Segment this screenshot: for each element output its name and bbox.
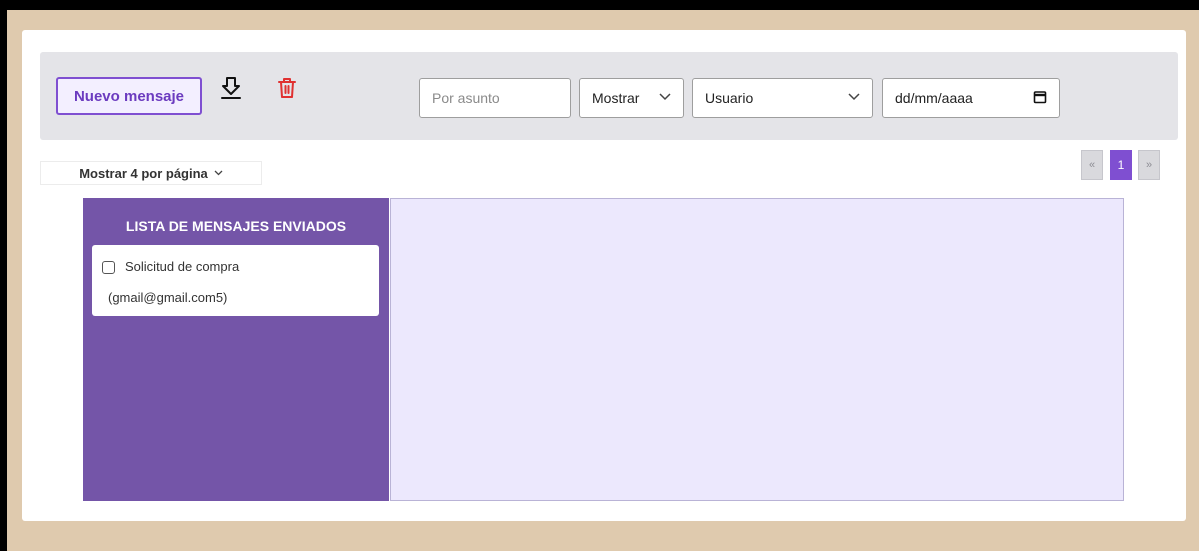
- user-select[interactable]: Usuario: [692, 78, 873, 118]
- trash-icon[interactable]: [273, 74, 301, 102]
- show-select[interactable]: Mostrar: [579, 78, 684, 118]
- message-subject: Solicitud de compra: [125, 259, 240, 274]
- calendar-icon[interactable]: [1033, 90, 1047, 107]
- message-checkbox[interactable]: [102, 261, 115, 274]
- main-card: Nuevo mensaje Por asunto Mostrar Usuario…: [22, 30, 1186, 521]
- frame-left-border: [0, 0, 7, 551]
- search-placeholder: Por asunto: [432, 90, 500, 106]
- new-message-button[interactable]: Nuevo mensaje: [56, 77, 202, 115]
- pagination-prev-button[interactable]: «: [1081, 150, 1103, 180]
- chevron-down-icon: [659, 92, 671, 104]
- date-input[interactable]: dd/mm/aaaa: [882, 78, 1060, 118]
- frame-top-border: [0, 0, 1199, 10]
- per-page-dropdown[interactable]: Mostrar 4 por página: [40, 161, 262, 185]
- message-list-panel: LISTA DE MENSAJES ENVIADOS Solicitud de …: [83, 198, 389, 501]
- per-page-label: Mostrar 4 por página: [79, 165, 208, 181]
- message-preview-panel: [390, 198, 1124, 501]
- show-select-value: Mostrar: [592, 90, 640, 106]
- message-email: (gmail@gmail.com5): [108, 290, 228, 305]
- chevron-down-icon: [214, 168, 223, 179]
- toolbar: Nuevo mensaje Por asunto Mostrar Usuario…: [40, 52, 1178, 140]
- date-placeholder: dd/mm/aaaa: [895, 90, 973, 106]
- pagination-page-button[interactable]: 1: [1110, 150, 1132, 180]
- user-select-value: Usuario: [705, 90, 754, 106]
- chevron-down-icon: [848, 92, 860, 104]
- message-list-title: LISTA DE MENSAJES ENVIADOS: [125, 218, 347, 234]
- download-icon[interactable]: [217, 74, 245, 102]
- subject-search-input[interactable]: Por asunto: [419, 78, 571, 118]
- message-list-item[interactable]: Solicitud de compra (gmail@gmail.com5): [92, 245, 379, 316]
- pagination-next-button[interactable]: »: [1138, 150, 1160, 180]
